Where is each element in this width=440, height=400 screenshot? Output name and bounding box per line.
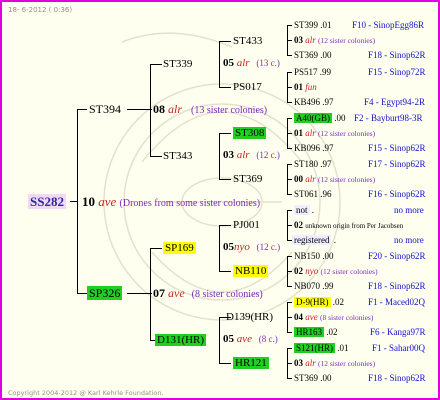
gen4-right: F4 - Egypt94-2R bbox=[364, 97, 426, 107]
gen2-info-st339: 05 alr (13 c.) bbox=[223, 57, 280, 69]
gen4-row[interactable]: NB150 .00 bbox=[294, 252, 334, 261]
gen4-row[interactable]: ST399 .01 bbox=[294, 21, 332, 30]
gen3-info-ps017: 01 fun bbox=[294, 82, 317, 92]
gen4-row[interactable]: ST061 .96 bbox=[294, 190, 332, 199]
gen4-right: F15 - Sinop62R bbox=[368, 143, 426, 153]
gen4-row: 02 nyo (12 sister colonies) bbox=[294, 266, 378, 276]
gen4-row[interactable]: NB070 .99 bbox=[294, 282, 334, 291]
root-info: 10 ave (Drones from some sister colonies… bbox=[82, 195, 260, 209]
gen2-info-st343: 03 alr (12 c.) bbox=[223, 149, 280, 161]
gen4-right: F6 - Kanga97R bbox=[370, 327, 426, 337]
gen4-row: 02 unknown origin from Per Jacobsen bbox=[294, 220, 404, 230]
gen4-row[interactable]: HR163 .02 bbox=[294, 327, 338, 337]
gen4-row: 01 alr (12 sister colonies) bbox=[294, 128, 376, 138]
gen2-node-st343[interactable]: ST343 bbox=[163, 151, 192, 162]
gen4-row[interactable]: KB096 .97 bbox=[294, 144, 334, 153]
gen4-row: 00 alr (12 sister colonies) bbox=[294, 174, 376, 184]
gen4-right: F1 - Maced02Q bbox=[368, 297, 425, 307]
root-num: 10 bbox=[82, 194, 95, 209]
gen4-right: F15 - Sinop72R bbox=[368, 67, 426, 77]
gen3-node-ps017[interactable]: PS017 bbox=[233, 82, 262, 93]
gen4-right: F10 - SinopEgg86R bbox=[352, 20, 425, 30]
gen4-right: F18 - Sinop62R bbox=[368, 50, 426, 60]
gen4-right: F18 - Sinop62R bbox=[368, 281, 426, 291]
gen4-row[interactable]: ST369 .00 bbox=[294, 374, 332, 383]
gen3-node-hr121[interactable]: HR121 bbox=[233, 357, 269, 369]
gen4-row[interactable]: ST369 .00 bbox=[294, 51, 332, 60]
root-id[interactable]: SS282 bbox=[28, 194, 66, 209]
gen2-info-sp169: 05nyo (12 c.) bbox=[223, 241, 281, 253]
gen4-row[interactable]: ST180 .97 bbox=[294, 160, 332, 169]
gen4-right: F2 - Bayburt98-3R bbox=[354, 113, 423, 123]
gen4-right: no more bbox=[394, 235, 424, 245]
gen4-row[interactable]: A40(GB) .00 bbox=[294, 113, 346, 123]
gen3-node-st433[interactable]: ST433 bbox=[233, 36, 262, 47]
gen4-row[interactable]: PS517 .99 bbox=[294, 68, 331, 77]
gen2-node-st339[interactable]: ST339 bbox=[163, 59, 192, 70]
gen3-node-st308[interactable]: ST308 bbox=[233, 127, 267, 139]
gen4-right: no more bbox=[394, 205, 424, 215]
gen4-row: 04 ave (8 sister colonies) bbox=[294, 312, 374, 322]
gen4-row[interactable]: not . bbox=[294, 205, 314, 215]
gen1-info-st394: 08 alr (13 sister colonies) bbox=[153, 102, 268, 116]
footer-copyright: Copyright 2004-2012 @ Karl Kehrle Founda… bbox=[8, 389, 164, 397]
gen1-info-sp326: 07 ave (8 sister colonies) bbox=[153, 286, 263, 300]
gen4-right: F1 - Sahar00Q bbox=[372, 343, 425, 353]
header-date: 18- 6-2012 ( 0:36) bbox=[8, 6, 73, 14]
root-node[interactable]: SS282 bbox=[28, 194, 66, 209]
gen3-node-st369[interactable]: ST369 bbox=[233, 174, 262, 185]
gen2-info-d131: 05 ave (8 c.) bbox=[223, 333, 278, 345]
gen3-node-nb110[interactable]: NB110 bbox=[233, 265, 269, 277]
gen3-node-pj001[interactable]: PJ001 bbox=[233, 220, 260, 231]
gen4-row[interactable]: D-9(HR) .02 bbox=[294, 297, 344, 307]
gen4-row: 03 alr (12 sister colonies) bbox=[294, 35, 376, 45]
root-queen: ave bbox=[98, 194, 117, 209]
root-note: (Drones from some sister colonies) bbox=[119, 198, 261, 209]
gen2-node-d131[interactable]: D131(HR) bbox=[155, 334, 207, 346]
gen4-right: F18 - Sinop62R bbox=[368, 373, 426, 383]
pedigree-frame: 18- 6-2012 ( 0:36) SS282 10 ave (Drones … bbox=[0, 0, 440, 400]
gen4-row: 03 alr (12 sister colonies) bbox=[294, 358, 376, 368]
gen2-node-sp169[interactable]: SP169 bbox=[163, 242, 196, 254]
gen4-row[interactable]: registered . bbox=[292, 235, 336, 245]
gen4-row[interactable]: KB496 .97 bbox=[294, 98, 334, 107]
gen4-right: F17 - Sinop62R bbox=[368, 159, 426, 169]
gen1-node-st394[interactable]: ST394 bbox=[89, 103, 121, 115]
gen4-right: F16 - Sinop62R bbox=[368, 189, 426, 199]
gen4-row[interactable]: S121(HR) .01 bbox=[294, 343, 349, 353]
gen4-right: F20 - Sinop62R bbox=[368, 251, 426, 261]
gen3-node-d139[interactable]: D139(HR) bbox=[226, 312, 273, 323]
gen1-node-sp326[interactable]: SP326 bbox=[87, 286, 123, 300]
